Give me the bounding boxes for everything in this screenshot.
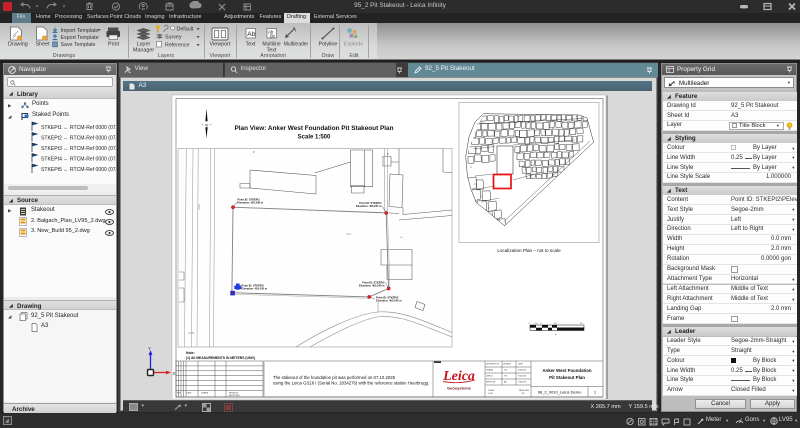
svg-text:Y: Y [148,346,151,351]
svg-text:Geosystems: Geosystems [447,385,472,390]
svg-text:1:500: 1:500 [488,393,493,395]
svg-text:7/10/2025: 7/10/2025 [518,381,526,383]
svg-text:Pit Stakeout Plan: Pit Stakeout Plan [549,375,585,380]
svg-text:using the Leica GS18 I (Serial: using the Leica GS18 I (Serial No. 18342… [273,380,429,385]
svg-text:Survey: Survey [165,34,182,40]
svg-text:Bc: Bc [270,33,276,38]
svg-text:Elevation: 405.237 m: Elevation: 405.237 m [355,204,381,208]
svg-text:98_2_0010_Leica Demo: 98_2_0010_Leica Demo [537,389,581,394]
svg-text:Default: Default [177,26,194,32]
svg-text:DRAWN: DRAWN [201,391,209,394]
svg-text:14x: 14x [400,237,403,239]
svg-text:N: N [205,123,208,127]
svg-text:A: A [672,80,675,85]
svg-text:m: m [555,334,557,336]
svg-text:A: A [292,26,297,33]
svg-text:Scale 1:500: Scale 1:500 [297,134,330,140]
svg-text:Drawing: Drawing [8,41,28,47]
svg-text:Manager: Manager [133,47,154,53]
svg-text:Elevation: 405.245 m: Elevation: 405.245 m [376,298,402,302]
svg-text:DATE: DATE [518,362,524,365]
svg-text:STKEPt1 ← RTCM-Ref 0000 (07/10: STKEPt1 ← RTCM-Ref 0000 (07/10/ [41,125,116,131]
svg-text:Save Template: Save Template [61,42,96,48]
svg-text:2145: 2145 [188,331,195,335]
svg-text:APPROVED: APPROVED [229,393,240,396]
svg-text:Elevation: 405.245 m: Elevation: 405.245 m [241,286,267,290]
svg-text:DRAWN: DRAWN [486,368,494,371]
svg-text:Text: Text [267,47,277,53]
svg-text:6/10/2025: 6/10/2025 [518,369,526,371]
svg-text:TW: TW [504,375,507,377]
svg-text:Note:: Note: [186,351,195,355]
svg-text:STKEPt5 ← RTCM-Ref 0000 (07/10: STKEPt5 ← RTCM-Ref 0000 (07/10/ [41,167,116,173]
svg-text:A3: A3 [522,392,524,395]
svg-text:DESCRIPTION: DESCRIPTION [486,363,500,365]
svg-text:Reference: Reference [165,42,189,48]
svg-text:Anker West Foundation: Anker West Foundation [542,368,592,373]
svg-text:Sheet: Sheet [36,41,51,47]
svg-text:Export Template: Export Template [61,35,99,41]
svg-text:Elevation: 405.240 m: Elevation: 405.240 m [358,283,384,287]
svg-text:STKEPt4 ← RTCM-Ref 0000 (07/10: STKEPt4 ← RTCM-Ref 0000 (07/10/ [41,157,116,163]
svg-text:CHECK: CHECK [486,375,493,377]
svg-text:Multileader: Multileader [284,41,309,47]
svg-text:STKEPt2 ← RTCM-Ref 0000 (07/10: STKEPt2 ← RTCM-Ref 0000 (07/10/ [41,136,116,142]
svg-text:Text: Text [246,41,256,47]
svg-text:PAGE SIZE: PAGE SIZE [519,389,530,392]
svg-text:Ab: Ab [247,31,255,38]
svg-text:Print: Print [108,41,120,47]
svg-text:Import Template: Import Template [61,28,99,34]
svg-text:The stakeout of the foundation: The stakeout of the foundation pit was p… [273,375,396,380]
svg-text:DATE: DATE [186,391,192,394]
svg-text:APPROVE: APPROVE [486,380,496,383]
svg-text:SCALE: SCALE [488,389,495,392]
svg-text:TW: TW [504,369,507,371]
svg-text:Explode: Explode [344,41,363,47]
svg-text:Plan View: Anker West Foundati: Plan View: Anker West Foundation Pit Sta… [234,125,393,132]
svg-text:STKEPt3 ← RTCM-Ref 0000 (07/10: STKEPt3 ← RTCM-Ref 0000 (07/10/ [41,146,116,152]
svg-text:X: X [172,371,175,376]
svg-text:744: 744 [346,232,351,236]
svg-text:Viewport: Viewport [210,41,231,47]
svg-text:(1) All MEASUREMENTS IN METERS: (1) All MEASUREMENTS IN METERS (UNO) [186,355,255,359]
svg-text:Halle: Halle [197,203,201,209]
svg-text:Polyline: Polyline [319,41,338,47]
svg-text:Elevation: 405.238 m: Elevation: 405.238 m [237,200,263,204]
svg-text:6/10/2025: 6/10/2025 [518,375,526,377]
svg-text:DETAILS: DETAILS [503,362,511,365]
svg-text:Localization Plan – not to sca: Localization Plan – not to scale [497,248,561,253]
